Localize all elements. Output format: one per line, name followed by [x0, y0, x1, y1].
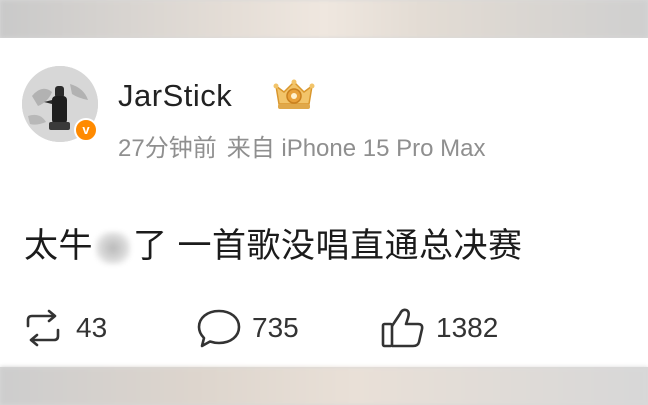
repost-button[interactable]: 43 — [20, 306, 107, 350]
comment-button[interactable]: 735 — [196, 306, 299, 350]
screenshot-frame: v JarStick 27分钟前 来自 iPhone 15 Pro Max 太牛 了… — [0, 0, 648, 405]
action-bar: 43 735 1382 — [0, 306, 648, 350]
crown-medal-icon[interactable] — [270, 78, 318, 114]
username[interactable]: JarStick — [118, 78, 232, 114]
verified-badge: v — [74, 118, 98, 142]
blurred-background-bottom — [0, 367, 648, 405]
weibo-post-card: v JarStick 27分钟前 来自 iPhone 15 Pro Max 太牛 了… — [0, 38, 648, 367]
thumbs-up-icon — [381, 308, 424, 348]
blurred-background-top — [0, 0, 648, 38]
repost-count: 43 — [76, 312, 108, 343]
post-time: 27分钟前 — [118, 135, 217, 162]
comment-count: 735 — [252, 312, 299, 343]
post-meta: 27分钟前 来自 iPhone 15 Pro Max — [118, 128, 496, 163]
post-source: 来自 iPhone 15 Pro Max — [226, 135, 486, 162]
avatar[interactable]: v — [22, 66, 98, 142]
post-text-start: 太牛 — [24, 227, 93, 265]
repost-icon — [26, 309, 60, 347]
like-button[interactable]: 1382 — [380, 306, 498, 350]
blurred-character — [95, 231, 131, 266]
post-text-end: 了 一首歌没唱直通总决赛 — [133, 227, 523, 265]
post-content: 太牛 了 一首歌没唱直通总决赛 — [24, 218, 522, 267]
comment-icon — [197, 309, 241, 348]
like-count: 1382 — [436, 312, 499, 343]
